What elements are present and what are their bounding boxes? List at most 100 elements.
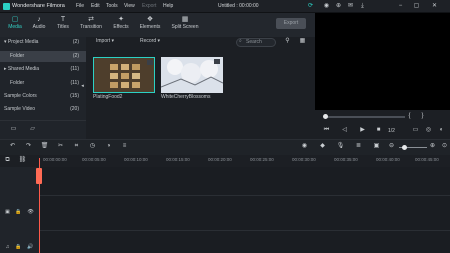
cut-icon[interactable]: ✂ <box>56 142 65 151</box>
search-icon: ⌕ <box>239 38 242 44</box>
ruler-tick-label: 00:00:15:00 <box>166 157 190 162</box>
audio-mixer-icon[interactable]: ≡ <box>120 142 129 151</box>
play-icon[interactable]: ▶ <box>358 126 367 135</box>
elements-icon: ❖ <box>146 16 154 23</box>
preview-progress-bar[interactable] <box>325 116 405 118</box>
tab-split-screen[interactable]: ▦ Split Screen <box>168 14 202 36</box>
sync-icon[interactable]: ⟳ <box>306 2 315 11</box>
shared-media-folder-item[interactable]: Folder (11) <box>0 78 86 89</box>
grid-view-icon[interactable]: ▦ <box>298 37 307 46</box>
timeline-toolbar <box>0 139 450 155</box>
undo-icon[interactable]: ↶ <box>8 142 17 151</box>
account-icon[interactable]: ◉ <box>322 2 331 11</box>
tab-titles[interactable]: T Titles <box>51 14 75 36</box>
ruler-tick-label: 00:00:25:00 <box>250 157 274 162</box>
mic-icon[interactable]: 🎙 <box>336 142 345 151</box>
ruler-tick-label: 00:00:30:00 <box>292 157 316 162</box>
ruler-tick-label: 00:00:00:00 <box>43 157 67 162</box>
mail-icon[interactable]: ✉ <box>346 2 355 11</box>
food-thumbnail-image <box>94 58 154 92</box>
track-divider <box>40 195 450 196</box>
prev-frame-icon[interactable]: ⏮ <box>322 126 331 135</box>
menu-export[interactable]: Export <box>142 3 156 9</box>
color-icon[interactable]: ◑ <box>104 142 113 151</box>
project-media-folder-item[interactable]: Folder (2) <box>0 51 86 62</box>
notification-icon[interactable]: ⊕ <box>334 2 343 11</box>
lock-icon[interactable]: 🔒 <box>14 243 23 252</box>
page-indicator[interactable]: 1/2 <box>388 128 395 134</box>
timeline-tracks[interactable] <box>0 167 450 253</box>
tab-media[interactable]: ▢ Media <box>3 14 27 36</box>
filter-icon[interactable]: ⚲ <box>283 37 292 46</box>
clip-thumbnail-whitecherryblossoms[interactable] <box>161 57 223 93</box>
shared-media-item[interactable]: ▸ Shared Media (11) <box>0 64 86 75</box>
minimize-icon[interactable]: − <box>396 2 405 11</box>
render-icon[interactable]: ◉ <box>300 142 309 151</box>
stop-icon[interactable]: ■ <box>374 126 383 135</box>
audio-track-icon: ♫ <box>5 244 10 250</box>
filmora-logo-icon <box>3 3 10 10</box>
mute-icon[interactable]: 🔊 <box>26 243 35 252</box>
ruler-tick-label: 00:00:10:00 <box>124 157 148 162</box>
transition-icon: ⇄ <box>88 16 94 23</box>
preview-scrubber[interactable] <box>323 114 328 119</box>
import-dropdown[interactable]: Import ▾ <box>96 38 114 47</box>
eye-icon[interactable]: 👁 <box>26 208 35 217</box>
project-media-item[interactable]: ▾ Project Media (2) <box>0 37 86 48</box>
folder-icon[interactable]: ▱ <box>28 125 37 134</box>
maximize-icon[interactable]: ▢ <box>412 2 421 11</box>
display-icon[interactable]: ▭ <box>411 126 420 135</box>
zoom-in-icon[interactable]: ⊕ <box>428 142 437 151</box>
zoom-slider-handle[interactable] <box>402 145 407 150</box>
add-track-icon[interactable]: ⧉ <box>3 156 12 165</box>
track-divider <box>40 230 450 231</box>
titles-icon: T <box>60 16 66 23</box>
voiceover-icon[interactable]: ≣ <box>354 142 363 151</box>
tab-effects[interactable]: ✦ Effects <box>109 14 133 36</box>
sample-colors-item[interactable]: Sample Colors (15) <box>0 91 86 102</box>
mark-out-icon[interactable]: } <box>418 112 427 121</box>
fit-icon[interactable]: ⊙ <box>440 142 449 151</box>
app-name: Wondershare Filmora <box>12 3 65 9</box>
ruler-tick-label: 00:00:05:00 <box>82 157 106 162</box>
crop-icon[interactable]: ⌗ <box>72 142 81 151</box>
menu-file[interactable]: File <box>76 3 84 9</box>
menu-view[interactable]: View <box>124 3 135 9</box>
record-dropdown[interactable]: Record ▾ <box>140 38 160 47</box>
menu-edit[interactable]: Edit <box>91 3 100 9</box>
clip-thumbnail-platingfood2[interactable] <box>93 57 155 93</box>
marker-icon[interactable]: ◆ <box>318 142 327 151</box>
lock-icon[interactable]: 🔒 <box>14 208 23 217</box>
video-track-icon: ▣ <box>5 209 10 215</box>
export-button[interactable]: Export <box>276 18 306 29</box>
clip-name: WhiteCherryBlossoms <box>161 94 211 100</box>
effects-icon: ✦ <box>118 16 124 23</box>
volume-icon[interactable]: ◐ <box>437 126 446 135</box>
zoom-out-icon[interactable]: ⊖ <box>387 142 396 151</box>
link-icon[interactable]: ⛓ <box>18 156 27 165</box>
menu-help[interactable]: Help <box>163 3 173 9</box>
cherry-blossom-thumbnail-image <box>161 57 223 93</box>
speed-icon[interactable]: ◷ <box>88 142 97 151</box>
close-icon[interactable]: ✕ <box>430 2 439 11</box>
sample-video-item[interactable]: Sample Video (20) <box>0 104 86 115</box>
split-screen-icon: ▦ <box>181 16 189 23</box>
media-icon: ▢ <box>11 16 19 23</box>
snapshot-icon[interactable]: ◎ <box>424 126 433 135</box>
ruler-tick-label: 00:00:35:00 <box>334 157 358 162</box>
step-back-icon[interactable]: ◁ <box>340 126 349 135</box>
document-title: Untitled : 00:00:00 <box>218 3 259 9</box>
menu-tools[interactable]: Tools <box>106 3 118 9</box>
download-icon[interactable]: ⤓ <box>358 2 367 11</box>
tab-elements[interactable]: ❖ Elements <box>137 14 163 36</box>
tab-transition[interactable]: ⇄ Transition <box>77 14 105 36</box>
tab-audio[interactable]: ♪ Audio <box>27 14 51 36</box>
mark-in-icon[interactable]: { <box>405 112 414 121</box>
new-folder-icon[interactable]: ▭ <box>9 125 18 134</box>
search-placeholder: Search <box>246 39 262 45</box>
redo-icon[interactable]: ↷ <box>24 142 33 151</box>
playhead-handle[interactable] <box>36 168 42 184</box>
snap-icon[interactable]: ▣ <box>372 142 381 151</box>
ruler-tick-label: 00:00:45:00 <box>415 157 439 162</box>
delete-icon[interactable]: 🗑 <box>40 142 49 151</box>
